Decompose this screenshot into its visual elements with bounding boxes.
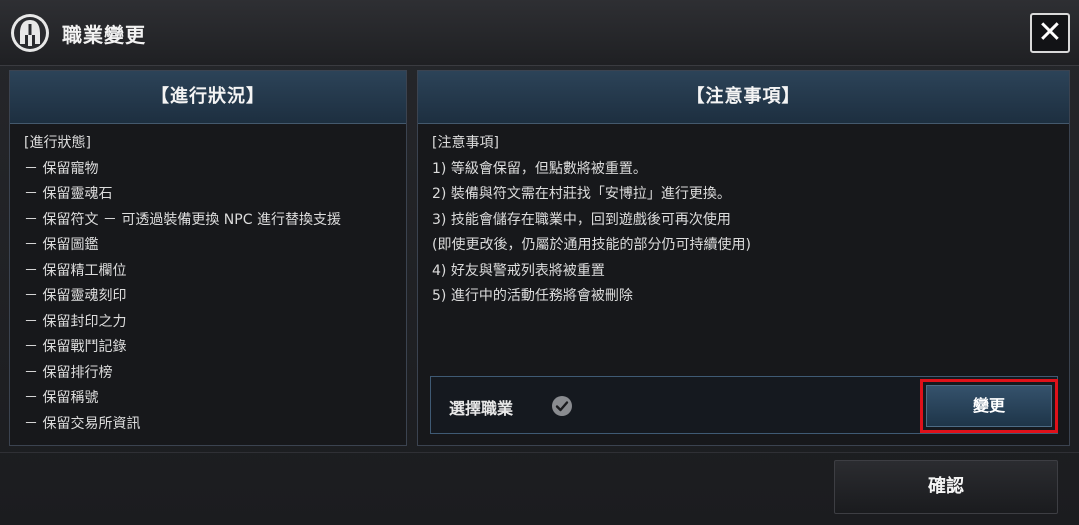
list-item: － 保留交易所資訊 xyxy=(24,415,141,432)
helmet-logo-icon xyxy=(11,14,49,52)
title-bar: 職業變更 ✕ xyxy=(0,0,1079,66)
list-item: － 保留圖鑑 xyxy=(24,237,99,253)
list-item: [進行狀態] xyxy=(24,135,91,151)
change-button[interactable]: 變更 xyxy=(926,385,1052,427)
job-change-window: 職業變更 ✕ 【進行狀況】 [進行狀態] － 保留寵物 － 保留靈魂石 － 保留… xyxy=(0,0,1079,525)
list-item: 1) 等級會保留，但點數將被重置。 xyxy=(432,160,647,177)
list-item: [注意事項] xyxy=(432,135,499,151)
list-item: 2) 裝備與符文需在村莊找「安博拉」進行更換。 xyxy=(432,186,731,202)
list-item: － 保留寵物 xyxy=(24,160,99,177)
notes-list: [注意事項] 1) 等級會保留，但點數將被重置。 2) 裝備與符文需在村莊找「安… xyxy=(432,131,751,310)
list-item: 3) 技能會儲存在職業中，回到遊戲後可再次使用 xyxy=(432,211,731,228)
list-item: 5) 進行中的活動任務將會被刪除 xyxy=(432,288,633,304)
list-item: － 保留排行榜 xyxy=(24,364,113,381)
window-title: 職業變更 xyxy=(62,23,146,47)
list-item: － 保留戰鬥記錄 xyxy=(24,339,127,355)
job-select-label: 選擇職業 xyxy=(449,399,514,418)
confirm-button[interactable]: 確認 xyxy=(834,460,1058,514)
list-item: － 保留精工欄位 xyxy=(24,262,127,279)
footer: 確認 xyxy=(0,452,1079,525)
job-select-row: 選擇職業 變更 xyxy=(430,376,1058,434)
progress-status-panel: 【進行狀況】 [進行狀態] － 保留寵物 － 保留靈魂石 － 保留符文 － 可透… xyxy=(9,70,407,446)
list-item: － 保留靈魂石 xyxy=(24,186,113,202)
list-item: (即使更改後，仍屬於通用技能的部分仍可持續使用) xyxy=(432,237,751,253)
change-button-highlight: 變更 xyxy=(920,379,1058,433)
list-item: － 保留靈魂刻印 xyxy=(24,288,127,304)
list-item: － 保留封印之力 xyxy=(24,313,127,330)
notes-header: 【注意事項】 xyxy=(418,71,1069,124)
close-icon: ✕ xyxy=(1037,15,1063,50)
progress-status-header: 【進行狀況】 xyxy=(10,71,406,124)
list-item: 4) 好友與警戒列表將被重置 xyxy=(432,262,605,279)
list-item: － 保留符文 － 可透過裝備更換 NPC 進行替換支援 xyxy=(24,211,341,228)
notes-panel: 【注意事項】 [注意事項] 1) 等級會保留，但點數將被重置。 2) 裝備與符文… xyxy=(417,70,1070,446)
list-item: － 保留稱號 xyxy=(24,390,99,406)
check-icon xyxy=(552,396,572,416)
close-button[interactable]: ✕ xyxy=(1030,13,1070,53)
progress-status-list: [進行狀態] － 保留寵物 － 保留靈魂石 － 保留符文 － 可透過裝備更換 N… xyxy=(24,131,341,437)
